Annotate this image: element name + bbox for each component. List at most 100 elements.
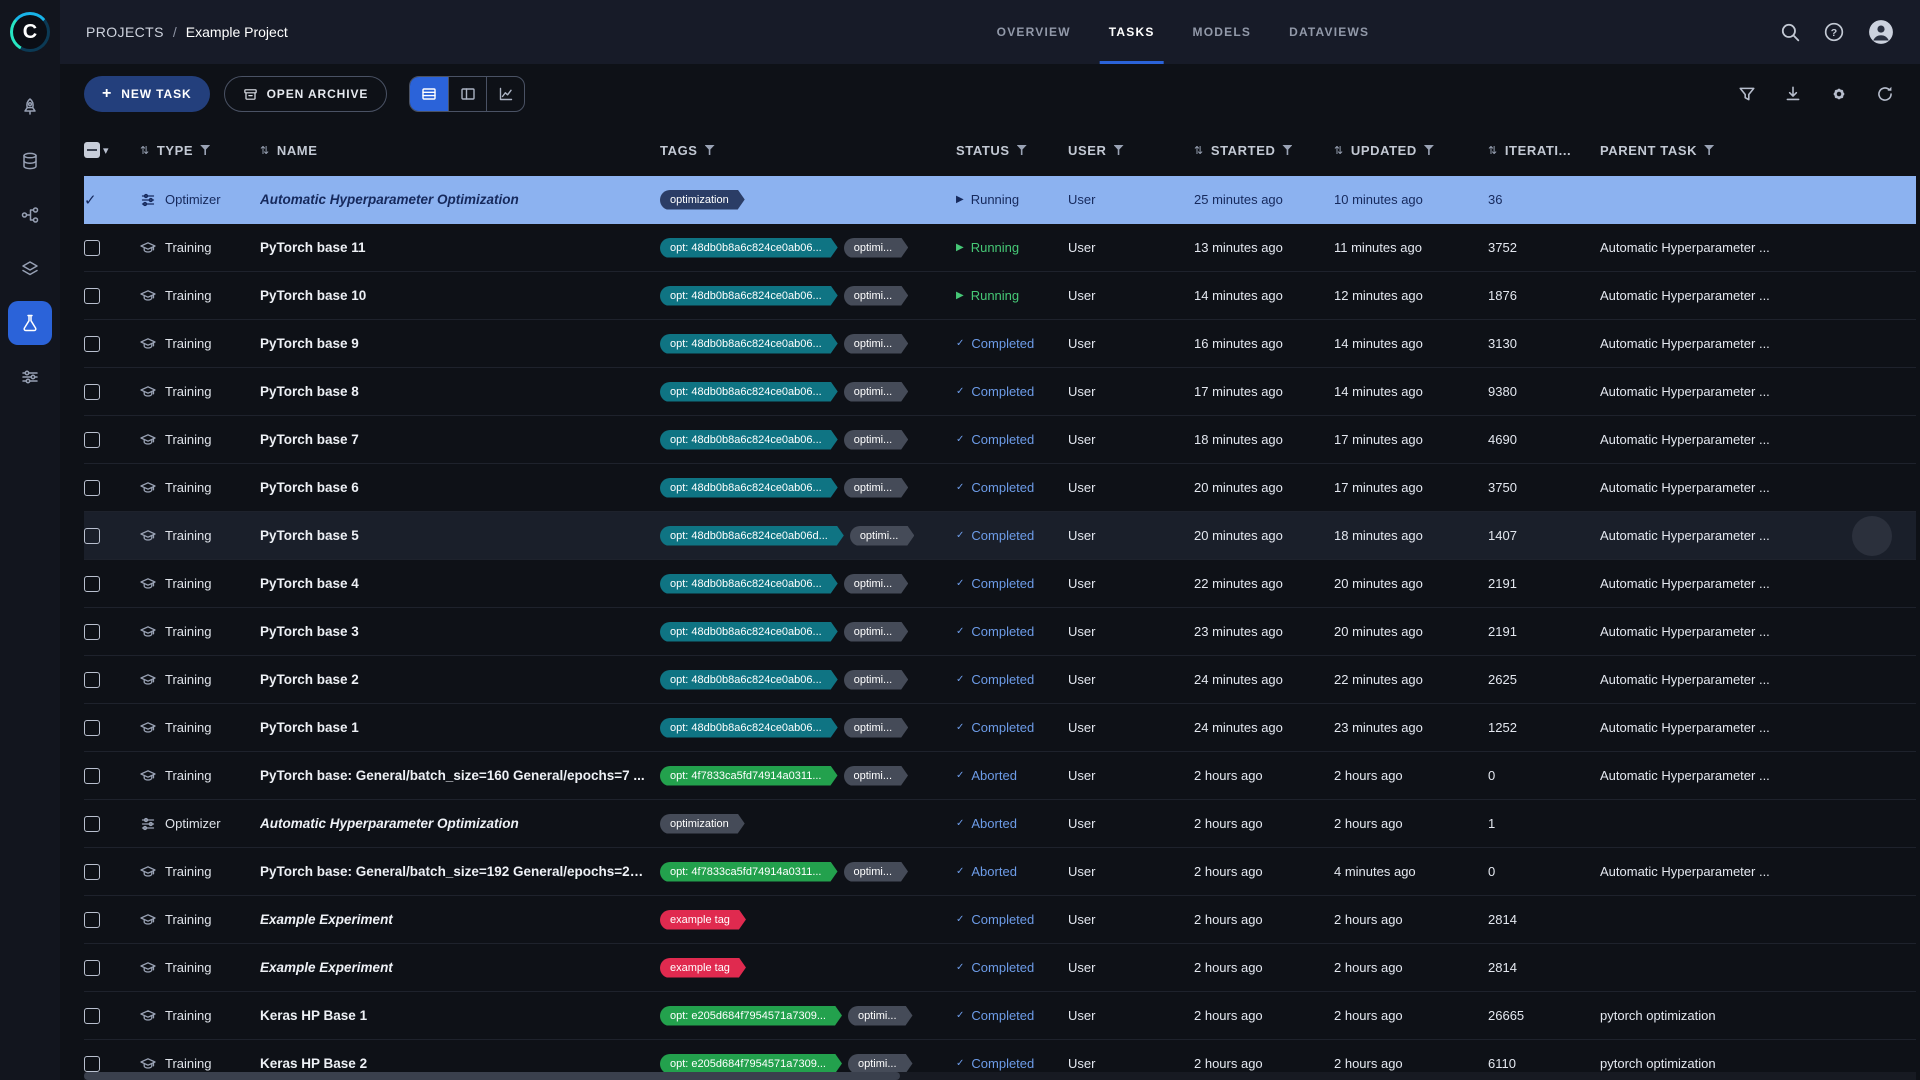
download-icon[interactable]	[1784, 85, 1802, 103]
auto-refresh-icon[interactable]	[1876, 85, 1894, 103]
select-all-checkbox[interactable]	[84, 142, 100, 158]
task-name[interactable]: PyTorch base: General/batch_size=160 Gen…	[260, 768, 660, 783]
filter-icon[interactable]	[1282, 145, 1292, 155]
task-parent-task[interactable]: Automatic Hyperparameter ...	[1600, 576, 1916, 591]
split-view-button[interactable]	[448, 77, 486, 111]
tab-dataviews[interactable]: DATAVIEWS	[1270, 0, 1388, 64]
row-checkbox[interactable]: ✓	[84, 191, 97, 209]
table-row[interactable]: Training PyTorch base 3 opt: 48db0b8a6c8…	[84, 608, 1916, 656]
row-checkbox[interactable]	[84, 336, 100, 352]
column-header-started[interactable]: ⇅STARTED	[1194, 143, 1334, 158]
selection-dropdown-caret[interactable]: ▾	[103, 144, 109, 157]
column-header-iterati[interactable]: ⇅ITERATI...	[1488, 143, 1600, 158]
table-row[interactable]: Training PyTorch base 9 opt: 48db0b8a6c8…	[84, 320, 1916, 368]
task-parent-task[interactable]: Automatic Hyperparameter ...	[1600, 480, 1916, 495]
filter-icon[interactable]	[1017, 145, 1027, 155]
sort-icon[interactable]: ⇅	[1488, 144, 1498, 157]
row-checkbox[interactable]	[84, 672, 100, 688]
sidebar-item-pipelines[interactable]	[8, 193, 52, 237]
task-name[interactable]: Keras HP Base 1	[260, 1008, 660, 1023]
task-name[interactable]: PyTorch base: General/batch_size=192 Gen…	[260, 864, 660, 879]
sort-icon[interactable]: ⇅	[1334, 144, 1344, 157]
task-parent-task[interactable]: Automatic Hyperparameter ...	[1600, 672, 1916, 687]
table-row[interactable]: Training PyTorch base 2 opt: 48db0b8a6c8…	[84, 656, 1916, 704]
task-name[interactable]: PyTorch base 5	[260, 528, 660, 543]
row-checkbox[interactable]	[84, 1008, 100, 1024]
task-name[interactable]: PyTorch base 3	[260, 624, 660, 639]
open-archive-button[interactable]: OPEN ARCHIVE	[224, 76, 388, 112]
table-row[interactable]: ✓ Optimizer Automatic Hyperparameter Opt…	[84, 176, 1916, 224]
table-row[interactable]: Training Example Experiment example tag …	[84, 896, 1916, 944]
table-row[interactable]: Training PyTorch base 7 opt: 48db0b8a6c8…	[84, 416, 1916, 464]
table-row[interactable]: Training PyTorch base 6 opt: 48db0b8a6c8…	[84, 464, 1916, 512]
task-parent-task[interactable]: Automatic Hyperparameter ...	[1600, 288, 1916, 303]
task-name[interactable]: PyTorch base 4	[260, 576, 660, 591]
breadcrumb-current-project[interactable]: Example Project	[186, 24, 288, 40]
table-row[interactable]: Training PyTorch base 11 opt: 48db0b8a6c…	[84, 224, 1916, 272]
breadcrumb-projects[interactable]: PROJECTS	[86, 24, 164, 40]
task-name[interactable]: PyTorch base 6	[260, 480, 660, 495]
floating-scroll-button[interactable]	[1852, 516, 1892, 556]
column-header-parent-task[interactable]: PARENT TASK	[1600, 143, 1916, 158]
task-parent-task[interactable]: Automatic Hyperparameter ...	[1600, 624, 1916, 639]
task-name[interactable]: Automatic Hyperparameter Optimization	[260, 816, 660, 831]
sidebar-item-datasets[interactable]	[8, 139, 52, 183]
task-name[interactable]: PyTorch base 7	[260, 432, 660, 447]
sidebar-item-reports[interactable]	[8, 247, 52, 291]
row-checkbox[interactable]	[84, 768, 100, 784]
task-name[interactable]: PyTorch base 2	[260, 672, 660, 687]
row-checkbox[interactable]	[84, 960, 100, 976]
row-checkbox[interactable]	[84, 624, 100, 640]
table-row[interactable]: Training PyTorch base 4 opt: 48db0b8a6c8…	[84, 560, 1916, 608]
task-name[interactable]: PyTorch base 10	[260, 288, 660, 303]
sidebar-item-workers[interactable]	[8, 355, 52, 399]
clearml-logo[interactable]: C	[10, 12, 50, 52]
table-row[interactable]: Training Keras HP Base 1 opt: e205d684f7…	[84, 992, 1916, 1040]
task-parent-task[interactable]: Automatic Hyperparameter ...	[1600, 768, 1916, 783]
row-checkbox[interactable]	[84, 528, 100, 544]
filter-icon[interactable]	[200, 145, 210, 155]
task-name[interactable]: Keras HP Base 2	[260, 1056, 660, 1071]
task-name[interactable]: PyTorch base 11	[260, 240, 660, 255]
task-name[interactable]: PyTorch base 9	[260, 336, 660, 351]
row-checkbox[interactable]	[84, 864, 100, 880]
row-checkbox[interactable]	[84, 288, 100, 304]
table-view-button[interactable]	[410, 77, 448, 111]
table-row[interactable]: Optimizer Automatic Hyperparameter Optim…	[84, 800, 1916, 848]
task-parent-task[interactable]: pytorch optimization	[1600, 1056, 1916, 1071]
filter-icon[interactable]	[705, 145, 715, 155]
task-name[interactable]: Example Experiment	[260, 912, 660, 927]
row-checkbox[interactable]	[84, 432, 100, 448]
table-row[interactable]: Training PyTorch base 1 opt: 48db0b8a6c8…	[84, 704, 1916, 752]
compare-plots-button[interactable]	[486, 77, 524, 111]
row-checkbox[interactable]	[84, 912, 100, 928]
task-parent-task[interactable]: Automatic Hyperparameter ...	[1600, 336, 1916, 351]
task-parent-task[interactable]: pytorch optimization	[1600, 1008, 1916, 1023]
table-row[interactable]: Training Example Experiment example tag …	[84, 944, 1916, 992]
column-header-type[interactable]: ⇅TYPE	[140, 143, 260, 158]
new-task-button[interactable]: + NEW TASK	[84, 76, 210, 112]
task-parent-task[interactable]: Automatic Hyperparameter ...	[1600, 432, 1916, 447]
column-header-status[interactable]: STATUS	[956, 143, 1068, 158]
filter-reset-icon[interactable]	[1738, 85, 1756, 103]
row-checkbox[interactable]	[84, 240, 100, 256]
tab-models[interactable]: MODELS	[1174, 0, 1271, 64]
row-checkbox[interactable]	[84, 576, 100, 592]
filter-icon[interactable]	[1704, 145, 1714, 155]
search-icon[interactable]	[1780, 22, 1800, 42]
task-name[interactable]: PyTorch base 1	[260, 720, 660, 735]
filter-icon[interactable]	[1114, 145, 1124, 155]
task-name[interactable]: Automatic Hyperparameter Optimization	[260, 192, 660, 207]
sort-icon[interactable]: ⇅	[140, 144, 150, 157]
filter-icon[interactable]	[1424, 145, 1434, 155]
row-checkbox[interactable]	[84, 816, 100, 832]
column-header-updated[interactable]: ⇅UPDATED	[1334, 143, 1488, 158]
row-checkbox[interactable]	[84, 384, 100, 400]
table-row[interactable]: Training PyTorch base 5 opt: 48db0b8a6c8…	[84, 512, 1916, 560]
task-name[interactable]: PyTorch base 8	[260, 384, 660, 399]
table-row[interactable]: Training PyTorch base: General/batch_siz…	[84, 752, 1916, 800]
table-row[interactable]: Training PyTorch base 10 opt: 48db0b8a6c…	[84, 272, 1916, 320]
horizontal-scrollbar-thumb[interactable]	[84, 1072, 900, 1080]
sort-icon[interactable]: ⇅	[1194, 144, 1204, 157]
task-parent-task[interactable]: Automatic Hyperparameter ...	[1600, 384, 1916, 399]
